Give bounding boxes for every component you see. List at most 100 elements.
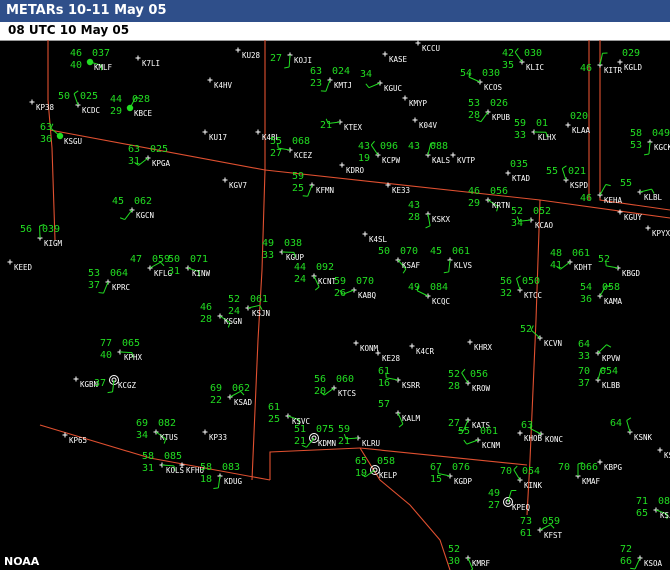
station-kbce[interactable]: 44 028 29 KBCE (110, 94, 153, 118)
station-kitr[interactable]: 46 KITR (580, 52, 623, 75)
wind-barb-flag-icon (513, 465, 518, 471)
station-kguc[interactable]: 34 KGUC (360, 69, 402, 93)
station-ksww[interactable]: KSWW (657, 447, 670, 461)
station-kmyp[interactable]: KMYP (402, 95, 428, 109)
station-kp33[interactable]: KP33 (202, 429, 228, 443)
station-kfst[interactable]: 73 059 61 KFST (520, 516, 563, 540)
station-kpyx[interactable]: KPYX (645, 225, 670, 239)
wind-barb-icon (124, 209, 133, 220)
station-kgv7[interactable]: KGV7 (222, 177, 248, 191)
station-kpeq[interactable]: 4927 KPEQ (488, 488, 531, 512)
station-konm[interactable]: KONM (353, 340, 379, 354)
station-kcnt[interactable]: 44 09224 KCNT (294, 262, 337, 291)
station-kcpw[interactable]: 43 096 19 KCPW (358, 140, 401, 165)
station-kbgd[interactable]: 52 KBGD (598, 254, 641, 278)
station-kp65[interactable]: KP65 (62, 432, 88, 446)
station-kmrf[interactable]: 5230 KMRF (448, 544, 491, 570)
station-kgck[interactable]: 58 049 53 KGCK (630, 128, 670, 156)
station-ksrr[interactable]: 6116 KSRR (378, 366, 421, 390)
station-ksjn[interactable]: 52 061 24 KSJN (228, 294, 270, 318)
station-koji[interactable]: 27 KOJI (270, 52, 312, 69)
station-kmlf[interactable]: 46 037 40 KMLF (70, 48, 113, 72)
station-kskx[interactable]: 4328 KSKX (408, 200, 451, 229)
station-klbb[interactable]: 70 054 37 KLBB (578, 366, 621, 390)
station-ktad[interactable]: 035 KTAD (505, 159, 531, 183)
station-kccu[interactable]: KCCU (415, 40, 441, 54)
station-klvs[interactable]: 45 061 KLVS (430, 246, 473, 274)
station-kpub[interactable]: 53 026 28 KPUB (468, 98, 511, 123)
station-kcdc[interactable]: 50 025 KCDC (58, 90, 100, 115)
station-kbpg[interactable]: KBPG (597, 459, 623, 473)
station-ku28[interactable]: KU28 (235, 47, 261, 61)
station-kgdp[interactable]: 67 076 15 KGDP (430, 462, 473, 486)
station-kgup[interactable]: 49 038 33 KGUP (262, 238, 305, 262)
station-kcnm[interactable]: 55 061 KCNM (458, 426, 501, 450)
station-kase[interactable]: KASE (382, 51, 408, 65)
station-ke28[interactable]: KE28 (375, 350, 401, 364)
station-kigm[interactable]: 56 039 KIGM (20, 224, 63, 248)
station-klru[interactable]: 5921 KLRU (338, 424, 380, 448)
station-ktcc[interactable]: 56 050 32 KTCC (500, 275, 542, 300)
station-kcvn[interactable]: 52 KCVN (520, 324, 562, 348)
station-ksoa[interactable]: 7266 KSOA (620, 544, 663, 570)
station-kspd[interactable]: 55 021 KSPD (546, 165, 589, 190)
station-ksaf[interactable]: 50 070 KSAF (378, 246, 421, 274)
station-kp38[interactable]: KP38 (29, 99, 55, 113)
station-kelp[interactable]: 65 058 19 KELP (355, 456, 398, 480)
station-kink[interactable]: 70 054 KINK (500, 465, 543, 490)
station-kdmn[interactable]: 51 075 21 KDMN (294, 424, 336, 448)
station-kmtj[interactable]: 63 024 23 KMTJ (310, 66, 352, 92)
station-klbl[interactable]: 55 KLBL (620, 178, 663, 202)
station-klhx[interactable]: 59 01 33 KLHX (514, 118, 557, 142)
station-kdug[interactable]: 58 083 18 KDUG (200, 462, 243, 490)
station-kphx[interactable]: 77 065 40 KPHX (100, 338, 143, 362)
station-kvtp[interactable]: KVTP (450, 152, 476, 166)
station-kals[interactable]: 43 088 KALS (408, 141, 451, 165)
station-kprc[interactable]: 53 064 37 KPRC (88, 268, 130, 294)
station-ktex[interactable]: 21 KTEX (320, 118, 363, 132)
station-kdro[interactable]: KDRO (339, 162, 365, 176)
station-plus-icon (7, 259, 13, 265)
station-ku17[interactable]: KU17 (202, 129, 228, 143)
station-kdht[interactable]: 48 061 41 KDHT (550, 248, 593, 272)
station-kabq[interactable]: 59 070 26 KABQ (334, 276, 377, 300)
station-kgcn[interactable]: 45 062 KGCN (112, 196, 154, 221)
station-dewpoint: 61 (268, 402, 280, 413)
station-k04v[interactable]: K04V (412, 117, 438, 131)
station-ktcs[interactable]: 56 060 20 KTCS (314, 374, 357, 398)
station-k7li[interactable]: K7LI (135, 55, 161, 69)
station-kpvw[interactable]: 6433 KPVW (578, 339, 621, 363)
station-krow[interactable]: 52 056 28 KROW (448, 368, 491, 393)
station-kcao[interactable]: 52 052 34 KCAO (511, 206, 554, 230)
station-ksvc[interactable]: 6125 KSVC (268, 402, 310, 426)
station-kama[interactable]: 54 058 36 KAMA (580, 282, 623, 306)
station-pressure: 025 (150, 144, 168, 155)
station-ksad[interactable]: 69 062 22 KSAD (210, 383, 253, 407)
station-kalm[interactable]: 57 KALM (378, 399, 421, 428)
station-khrx[interactable]: KHRX (467, 339, 493, 353)
station-k4sl[interactable]: K4SL (362, 231, 388, 245)
station-id-label: KONC (545, 435, 563, 444)
station-ksnk[interactable]: 64 KSNK (610, 417, 653, 442)
station-kcos[interactable]: 54 030 KCOS (460, 68, 503, 92)
station-k4cr[interactable]: K4CR (409, 343, 435, 357)
station-kcqc[interactable]: 49 084 KCQC (408, 282, 450, 306)
metar-map[interactable]: K7LI KU28 27 KOJI KASE KCCU 42 03035 KLIC 46 KITR 0… (0, 40, 670, 570)
station-keed[interactable]: KEED (7, 259, 33, 273)
station-krtn[interactable]: 46 056 29 KRTN (468, 186, 510, 212)
station-kcgz[interactable]: 37 KCGZ (94, 375, 137, 394)
station-k4hv[interactable]: K4HV (207, 77, 233, 91)
station-kcez[interactable]: 55 068 27 KCEZ (270, 136, 313, 160)
station-klaa[interactable]: 020 KLAA (565, 111, 591, 135)
station-kinw[interactable]: 50 071 31 KINW (168, 254, 211, 278)
station-kflg[interactable]: 47 059KFLG (130, 254, 173, 278)
station-ksgu[interactable]: 6336 KSGU (40, 122, 82, 146)
station-id-label: KELP (379, 471, 398, 480)
station-ksjt[interactable]: 71 086 65 KSJT (636, 496, 670, 520)
station-plus-icon (222, 177, 228, 183)
station-kmaf[interactable]: 70 066 KMAF (558, 462, 601, 486)
station-ktus[interactable]: 69 082 34 KTUS (136, 418, 179, 444)
station-klic[interactable]: 42 030 35 KLIC (502, 47, 544, 72)
station-kpga[interactable]: 63 025 31 KPGA (128, 144, 171, 168)
station-pressure: 071 (190, 254, 208, 265)
